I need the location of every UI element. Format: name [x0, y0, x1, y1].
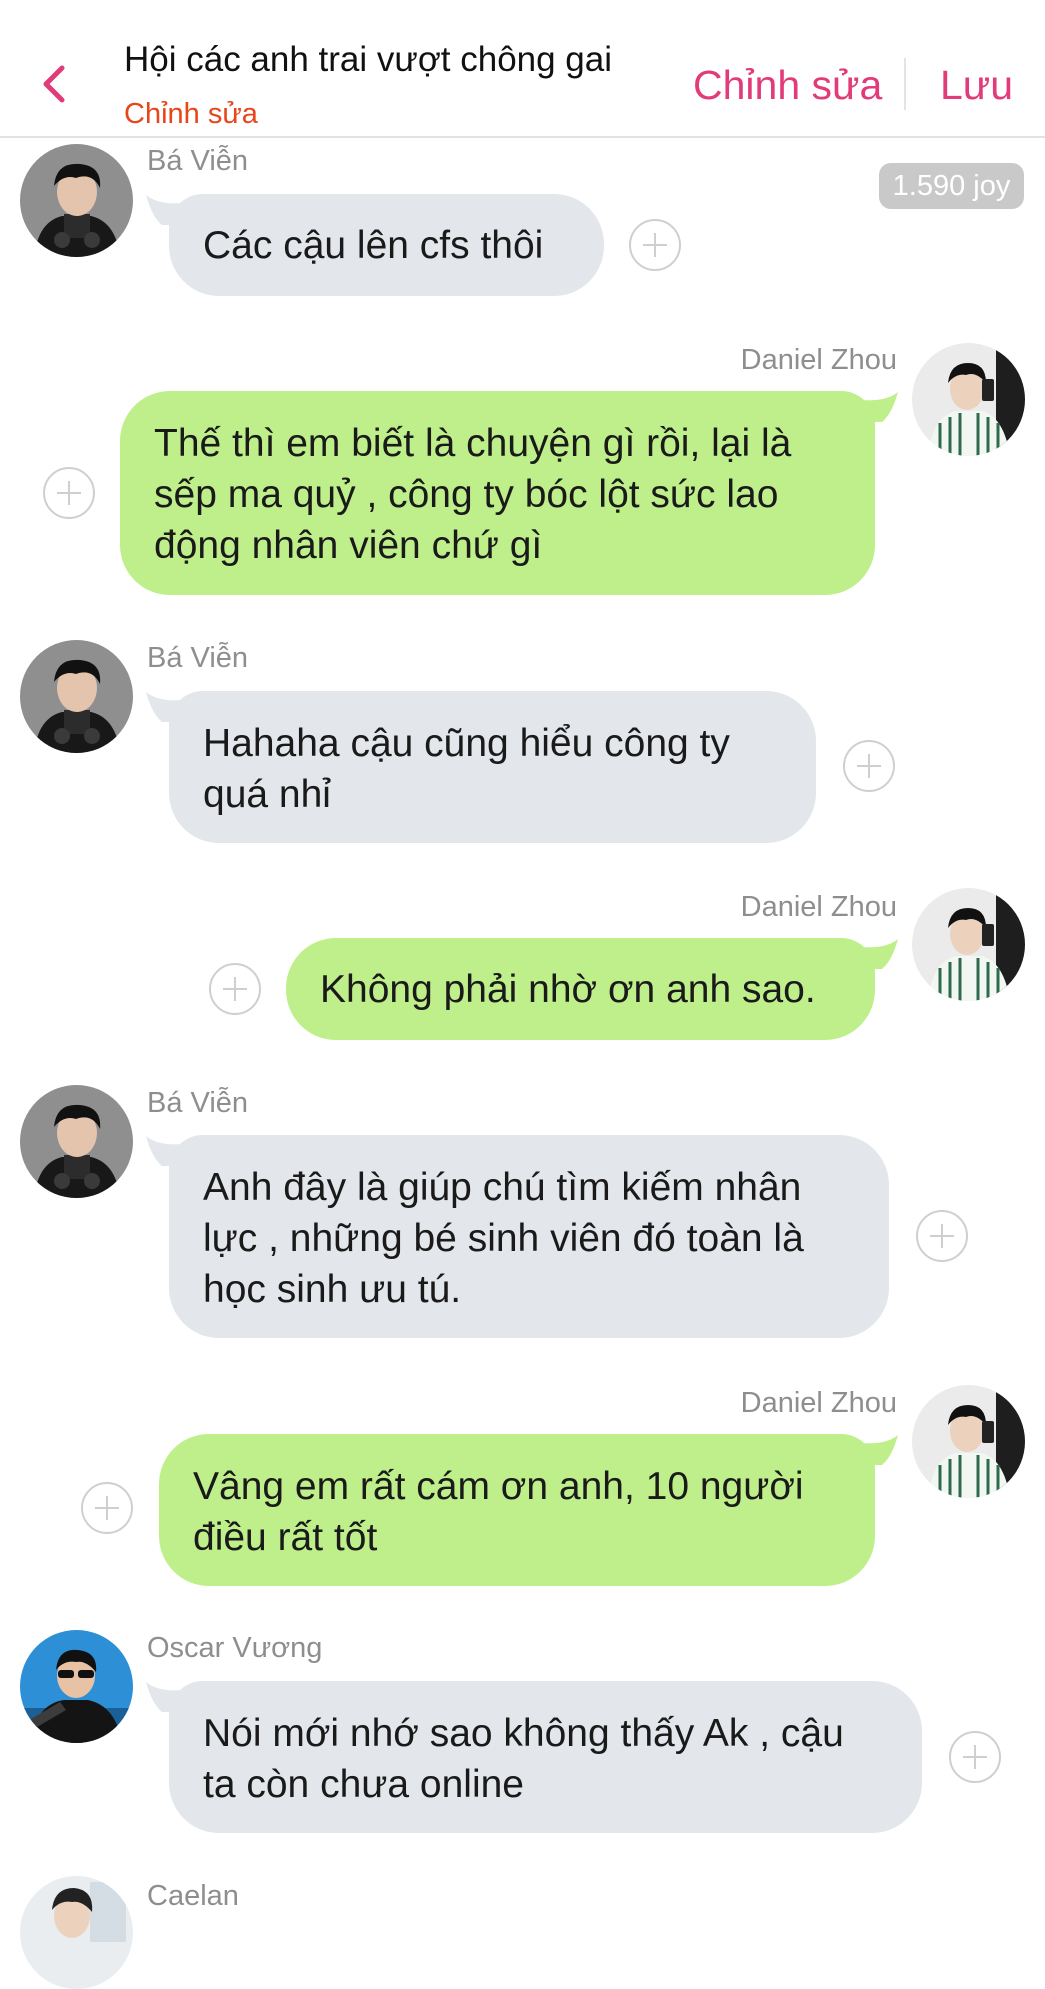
message-text-line: ta còn chưa online [203, 1763, 524, 1806]
add-reaction-button[interactable] [916, 1210, 968, 1262]
message-text-line: quá nhỉ [203, 773, 331, 816]
sender-name: Caelan [147, 1880, 239, 1912]
group-subtitle: Chỉnh sửa [124, 98, 258, 130]
message-bubble: Thế thì em biết là chuyện gì rồi, lại là… [120, 391, 875, 595]
message-text-line: điều rất tốt [193, 1516, 378, 1559]
chat-header: Hội các anh trai vượt chông gai Chỉnh sử… [0, 0, 1045, 138]
sender-name: Daniel Zhou [740, 1387, 897, 1419]
avatar[interactable] [20, 1085, 133, 1198]
chevron-left-icon [43, 65, 65, 103]
avatar[interactable] [20, 640, 133, 753]
group-title: Hội các anh trai vượt chông gai [124, 40, 613, 79]
message-bubble: Các cậu lên cfs thôi [169, 194, 604, 296]
sender-name: Bá Viễn [147, 145, 249, 177]
add-reaction-button[interactable] [843, 740, 895, 792]
message-bubble: Nói mới nhớ sao không thấy Ak , cậu ta c… [169, 1681, 922, 1833]
message-text-line: sếp ma quỷ , công ty bóc lột sức lao [154, 473, 779, 516]
add-reaction-button[interactable] [209, 963, 261, 1015]
sender-name: Oscar Vương [147, 1632, 323, 1664]
sender-name: Bá Viễn [147, 642, 249, 674]
message-text-line: Vâng em rất cám ơn anh, 10 người [193, 1465, 804, 1508]
joy-balance-badge: 1.590 joy [879, 163, 1024, 209]
avatar[interactable] [20, 1876, 133, 1989]
add-reaction-button[interactable] [629, 219, 681, 271]
message-text-line: Hahaha cậu cũng hiểu công ty [203, 722, 730, 765]
message-bubble: Vâng em rất cám ơn anh, 10 người điều rấ… [159, 1434, 875, 1586]
add-reaction-button[interactable] [43, 467, 95, 519]
sender-name: Daniel Zhou [740, 344, 897, 376]
add-reaction-button[interactable] [81, 1482, 133, 1534]
message-bubble: Không phải nhờ ơn anh sao. [286, 938, 875, 1040]
message-text-line: Anh đây là giúp chú tìm kiếm nhân [203, 1166, 802, 1209]
header-divider [904, 58, 906, 110]
message-text-line: Nói mới nhớ sao không thấy Ak , cậu [203, 1712, 844, 1755]
message-text-line: Các cậu lên cfs thôi [203, 223, 544, 267]
avatar[interactable] [20, 144, 133, 257]
avatar[interactable] [912, 1385, 1025, 1498]
back-button[interactable] [36, 58, 76, 110]
avatar[interactable] [912, 888, 1025, 1001]
sender-name: Daniel Zhou [740, 891, 897, 923]
add-reaction-button[interactable] [949, 1731, 1001, 1783]
message-bubble: Anh đây là giúp chú tìm kiếm nhân lực , … [169, 1135, 889, 1338]
sender-name: Bá Viễn [147, 1087, 249, 1119]
save-button[interactable]: Lưu [940, 62, 1013, 109]
message-text-line: lực , những bé sinh viên đó toàn là [203, 1217, 804, 1260]
message-bubble: Hahaha cậu cũng hiểu công ty quá nhỉ [169, 691, 816, 843]
message-text-line: học sinh ưu tú. [203, 1268, 462, 1311]
edit-button[interactable]: Chỉnh sửa [693, 62, 882, 109]
message-text-line: Thế thì em biết là chuyện gì rồi, lại là [154, 422, 792, 465]
avatar[interactable] [912, 343, 1025, 456]
message-text-line: Không phải nhờ ơn anh sao. [320, 967, 816, 1011]
avatar[interactable] [20, 1630, 133, 1743]
message-text-line: động nhân viên chứ gì [154, 524, 543, 567]
